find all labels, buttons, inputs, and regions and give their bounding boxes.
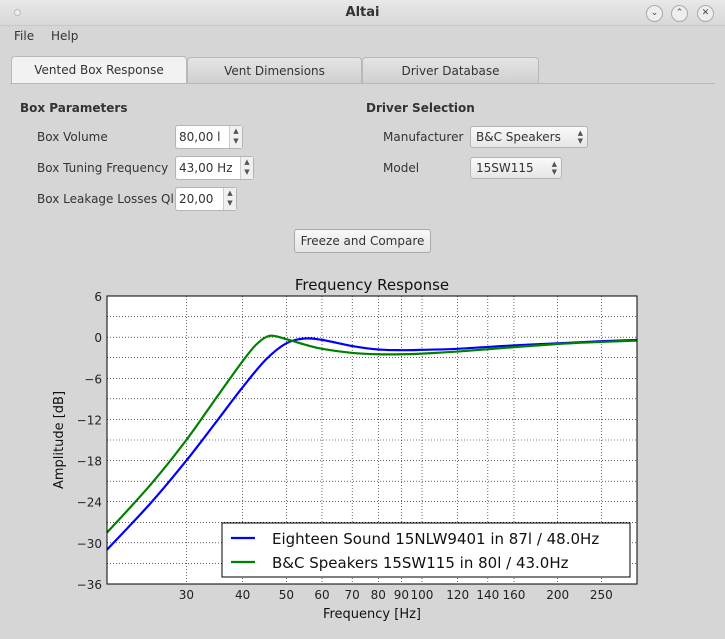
x-tick-label: 70 xyxy=(345,588,360,602)
y-tick-label: 6 xyxy=(94,290,102,304)
x-tick-label: 200 xyxy=(546,588,569,602)
x-tick-label: 250 xyxy=(590,588,613,602)
y-tick-label: 0 xyxy=(94,331,102,345)
maximize-icon[interactable]: ⌃ xyxy=(671,5,688,22)
x-tick-label: 160 xyxy=(503,588,526,602)
x-tick-label: 120 xyxy=(446,588,469,602)
box-leakage-spinbox[interactable]: 20,00 ▲ ▼ xyxy=(175,187,237,211)
tab-vented-box-response[interactable]: Vented Box Response xyxy=(11,56,187,84)
manufacturer-label: Manufacturer xyxy=(383,130,464,144)
model-label: Model xyxy=(383,161,420,175)
model-select[interactable]: 15SW115 ▲ ▼ xyxy=(470,157,562,179)
box-leakage-label: Box Leakage Losses Ql xyxy=(37,192,174,206)
y-tick-label: −30 xyxy=(77,537,102,551)
tab-driver-database[interactable]: Driver Database xyxy=(362,57,539,83)
y-tick-label: −36 xyxy=(77,578,102,592)
box-volume-value: 80,00 l xyxy=(179,130,221,144)
model-value: 15SW115 xyxy=(476,161,534,175)
x-axis-label: Frequency [Hz] xyxy=(323,607,421,622)
box-volume-spinbox[interactable]: 80,00 l ▲ ▼ xyxy=(175,125,243,149)
frequency-response-chart: 30 40 50 60 70 80 90 100 120 140 160 200 25060−6−12−… xyxy=(52,276,638,622)
updown-icon: ▲ ▼ xyxy=(577,129,583,145)
menu-help[interactable]: Help xyxy=(51,29,78,43)
y-tick-label: −6 xyxy=(84,372,102,386)
tab-vent-dimensions[interactable]: Vent Dimensions xyxy=(187,57,362,83)
x-tick-label: 30 xyxy=(179,588,194,602)
y-tick-label: −12 xyxy=(77,413,102,427)
legend-label-2: B&C Speakers 15SW115 in 80l / 43.0Hz xyxy=(272,554,569,572)
x-tick-label: 80 xyxy=(371,588,386,602)
box-volume-label: Box Volume xyxy=(37,130,108,144)
x-tick-label: 50 xyxy=(279,588,294,602)
spin-arrows-icon[interactable]: ▲ ▼ xyxy=(229,126,242,148)
y-axis-label: Amplitude [dB] xyxy=(52,391,67,489)
tab-divider xyxy=(10,83,715,84)
spin-arrows-icon[interactable]: ▲ ▼ xyxy=(223,188,236,210)
chart-title: Frequency Response xyxy=(295,276,449,294)
manufacturer-value: B&C Speakers xyxy=(476,130,561,144)
spin-arrows-icon[interactable]: ▲ ▼ xyxy=(240,157,253,179)
box-leakage-value: 20,00 xyxy=(179,192,214,206)
minimize-icon[interactable]: ⌄ xyxy=(646,5,663,22)
x-tick-label: 60 xyxy=(314,588,329,602)
x-tick-label: 100 xyxy=(411,588,434,602)
box-tuning-value: 43,00 Hz xyxy=(179,161,233,175)
x-tick-label: 140 xyxy=(476,588,499,602)
x-tick-label: 90 xyxy=(394,588,409,602)
freeze-and-compare-button[interactable]: Freeze and Compare xyxy=(294,229,431,253)
x-tick-label: 40 xyxy=(235,588,250,602)
menu-file[interactable]: File xyxy=(14,29,34,43)
box-parameters-heading: Box Parameters xyxy=(20,101,128,115)
y-tick-label: −18 xyxy=(77,455,102,469)
window-title: Altai xyxy=(345,5,380,20)
manufacturer-select[interactable]: B&C Speakers ▲ ▼ xyxy=(470,126,588,148)
close-icon[interactable]: ✕ xyxy=(697,5,714,22)
box-tuning-label: Box Tuning Frequency xyxy=(37,161,169,175)
legend-label-1: Eighteen Sound 15NLW9401 in 87l / 48.0Hz xyxy=(272,530,599,548)
box-tuning-spinbox[interactable]: 43,00 Hz ▲ ▼ xyxy=(175,156,254,180)
driver-selection-heading: Driver Selection xyxy=(366,101,475,115)
updown-icon: ▲ ▼ xyxy=(551,160,557,176)
y-tick-label: −24 xyxy=(77,496,102,510)
